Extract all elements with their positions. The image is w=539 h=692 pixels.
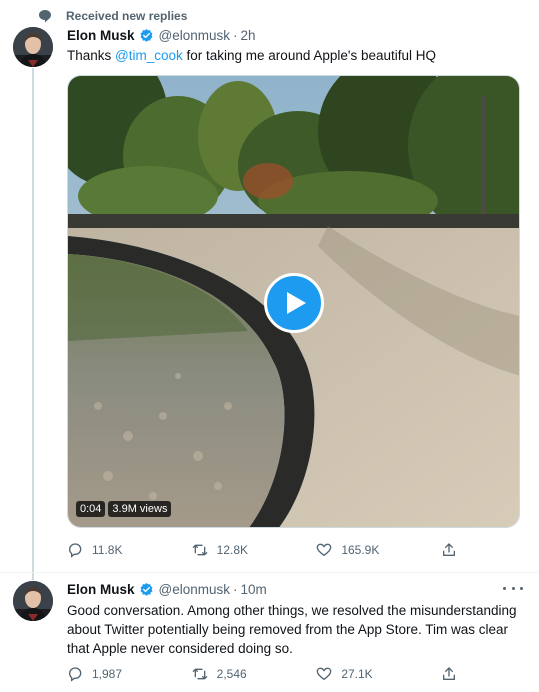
- speech-bubble-icon: [39, 10, 51, 23]
- like-button[interactable]: 165.9K: [316, 542, 416, 558]
- context-header: Received new replies: [39, 6, 188, 26]
- play-button[interactable]: [264, 273, 324, 333]
- video-duration: 0:04: [76, 501, 106, 517]
- share-button[interactable]: [441, 666, 457, 682]
- reply-count: 11.8K: [92, 543, 123, 557]
- reply-count: 1,987: [92, 667, 123, 681]
- context-header-label: Received new replies: [66, 9, 188, 23]
- tweet-text-part: for taking me around Apple's beautiful H…: [182, 48, 436, 63]
- heart-icon: [316, 543, 332, 557]
- mention-link[interactable]: @tim_cook: [115, 48, 183, 63]
- reply-icon: [68, 667, 82, 682]
- avatar-image: [13, 27, 53, 67]
- tweet-text: Good conversation. Among other things, w…: [67, 601, 517, 658]
- verified-badge-icon: [140, 28, 153, 42]
- tweet-text-line: that Apple never considered doing so.: [67, 641, 293, 656]
- tweet-text-line: Good conversation. Among other things, w…: [67, 603, 517, 618]
- video-stats: 0:04 3.9M views: [76, 501, 172, 517]
- tweet-header: Elon Musk @elonmusk · 10m: [67, 582, 267, 597]
- heart-icon: [316, 667, 332, 681]
- tweet-text-line: about Twitter potentially being removed …: [67, 622, 508, 637]
- video-player[interactable]: 0:04 3.9M views: [67, 75, 520, 528]
- more-options-icon[interactable]: [503, 582, 523, 594]
- retweet-count: 12.8K: [216, 543, 249, 557]
- share-button[interactable]: [441, 542, 457, 558]
- author-handle[interactable]: @elonmusk: [159, 28, 230, 43]
- share-icon: [442, 543, 455, 556]
- reply-button[interactable]: 11.8K: [67, 542, 167, 558]
- avatar-image: [13, 581, 53, 621]
- tweet-actions: 11.8K 12.8K 165.9K: [67, 542, 457, 558]
- like-count: 27.1K: [341, 667, 373, 681]
- retweet-count: 2,546: [216, 667, 247, 681]
- avatar[interactable]: [13, 581, 53, 621]
- play-icon: [287, 292, 306, 314]
- like-button[interactable]: 27.1K: [316, 666, 416, 682]
- thread-connector-line: [32, 68, 34, 580]
- time-separator: ·: [233, 28, 238, 43]
- time-separator: ·: [233, 582, 238, 597]
- retweet-icon: [192, 544, 207, 556]
- share-icon: [442, 667, 455, 680]
- verified-badge-icon: [140, 582, 153, 596]
- video-views: 3.9M views: [108, 501, 172, 517]
- retweet-button[interactable]: 2,546: [192, 666, 292, 682]
- author-handle[interactable]: @elonmusk: [159, 582, 230, 597]
- tweet-actions: 1,987 2,546 27.1K: [67, 666, 457, 682]
- author-name[interactable]: Elon Musk: [67, 28, 135, 43]
- more-options-dot: [511, 586, 515, 590]
- more-options-dot: [503, 586, 506, 590]
- reply-button[interactable]: 1,987: [67, 666, 167, 682]
- tweet-timestamp[interactable]: 10m: [241, 582, 267, 597]
- retweet-button[interactable]: 12.8K: [192, 542, 292, 558]
- avatar[interactable]: [13, 27, 53, 67]
- tweet-divider: [0, 572, 539, 573]
- more-options-dot: [520, 586, 523, 590]
- author-name[interactable]: Elon Musk: [67, 582, 135, 597]
- tweet-header: Elon Musk @elonmusk · 2h: [67, 28, 256, 43]
- reply-icon: [68, 543, 82, 558]
- tweet-timestamp[interactable]: 2h: [241, 28, 256, 43]
- like-count: 165.9K: [341, 543, 380, 557]
- tweet-text-part: Thanks: [67, 48, 116, 63]
- retweet-icon: [192, 668, 207, 680]
- tweet-text: Thanks @tim_cook for taking me around Ap…: [67, 47, 436, 65]
